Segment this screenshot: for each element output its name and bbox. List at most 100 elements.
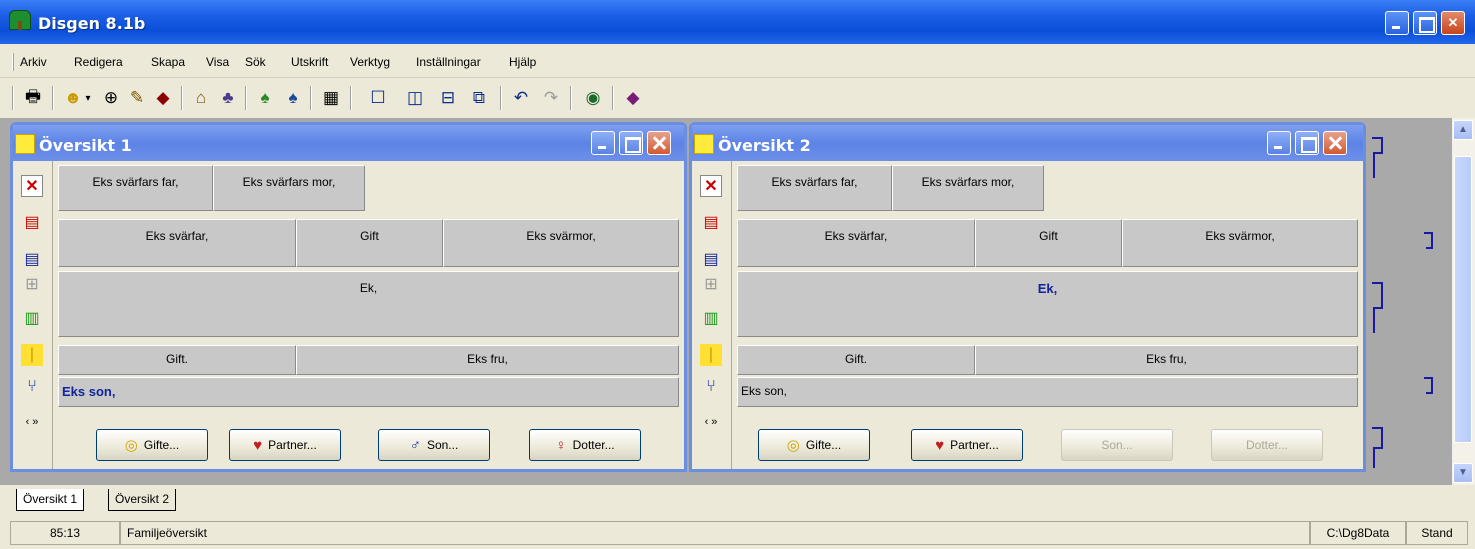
grandfather-box[interactable]: Eks svärfars far, bbox=[737, 165, 892, 211]
more-chevron-icon[interactable]: ‹ » bbox=[21, 411, 43, 433]
parents-relation-box[interactable]: Gift bbox=[975, 219, 1122, 267]
overview-2-minimize-button[interactable] bbox=[1267, 131, 1291, 155]
parents-relation-box[interactable]: Gift bbox=[296, 219, 443, 267]
mother-box[interactable]: Eks svärmor, bbox=[443, 219, 679, 267]
list-icon[interactable]: ▥ bbox=[21, 307, 43, 329]
menu-sok[interactable]: Sök bbox=[245, 55, 266, 69]
overview-2-close-button[interactable] bbox=[1323, 131, 1347, 155]
spouse-box[interactable]: Eks fru, bbox=[975, 345, 1358, 375]
marriage-relation-box[interactable]: Gift. bbox=[58, 345, 296, 375]
pedigree-icon[interactable]: ⑂ bbox=[21, 376, 43, 398]
tab-overview-2[interactable]: Översikt 2 bbox=[108, 489, 177, 511]
list-icon[interactable]: ▥ bbox=[700, 307, 722, 329]
red-document-icon[interactable]: ▤ bbox=[21, 211, 43, 233]
redo-icon[interactable]: ↷ bbox=[538, 85, 564, 111]
add-son-button[interactable]: ♂ Son... bbox=[378, 429, 490, 461]
toolbar-grip bbox=[12, 86, 14, 110]
document-icon[interactable]: ▤ bbox=[700, 248, 722, 270]
window-split-vertical-icon[interactable]: ◫ bbox=[402, 85, 428, 111]
tree-blue-icon[interactable]: ♠ bbox=[280, 85, 306, 111]
red-document-icon[interactable]: ▤ bbox=[700, 211, 722, 233]
main-person-box[interactable]: Ek, bbox=[58, 271, 679, 337]
couple-icon: ♥ bbox=[253, 436, 263, 454]
partner-button-label: Partner... bbox=[950, 438, 999, 452]
grandmother-box[interactable]: Eks svärfars mor, bbox=[213, 165, 365, 211]
close-button[interactable]: ✕ bbox=[1441, 11, 1465, 35]
partner-button[interactable]: ♥ Partner... bbox=[911, 429, 1023, 461]
toolbar: 🖶 ☻ ▾ ⊕ ✎ ◆ ⌂ ♣ ♠ ♠ ▦ ☐ ◫ ⊟ ⧉ ↶ ↷ ◉ ◆ bbox=[0, 78, 1475, 118]
window-single-icon[interactable]: ☐ bbox=[365, 85, 391, 111]
overview-2-titlebar: Översikt 2 bbox=[692, 125, 1363, 161]
window-cascade-icon[interactable]: ⧉ bbox=[466, 85, 492, 111]
menu-verktyg[interactable]: Verktyg bbox=[350, 55, 390, 69]
family-icon[interactable]: ♣ bbox=[215, 85, 241, 111]
tree-structure-icon[interactable]: ⊞ bbox=[21, 273, 43, 295]
overview-window-2: Översikt 2 ✕ ▤ ▤ ⊞ ▥ | ⑂ ‹ » Eks svärfar… bbox=[689, 122, 1366, 472]
father-box[interactable]: Eks svärfar, bbox=[737, 219, 975, 267]
tab-overview-1[interactable]: Översikt 1 bbox=[16, 489, 85, 511]
toolbar-separator bbox=[612, 86, 614, 110]
undo-icon[interactable]: ↶ bbox=[508, 85, 534, 111]
home-icon[interactable]: ⌂ bbox=[188, 85, 214, 111]
child-box[interactable]: Eks son, bbox=[58, 377, 679, 407]
more-chevron-icon[interactable]: ‹ » bbox=[700, 411, 722, 433]
daughter-icon: ♀ bbox=[555, 436, 567, 454]
marry-button[interactable]: ◎ Gifte... bbox=[96, 429, 208, 461]
spouse-box[interactable]: Eks fru, bbox=[296, 345, 679, 375]
bar-icon[interactable]: | bbox=[21, 344, 43, 366]
partner-button-label: Partner... bbox=[268, 438, 317, 452]
menu-hjalp[interactable]: Hjälp bbox=[509, 55, 536, 69]
overview-1-minimize-button[interactable] bbox=[591, 131, 615, 155]
status-mode: Stand bbox=[1406, 521, 1468, 545]
binoculars-icon[interactable]: ⊕ bbox=[98, 85, 124, 111]
delete-icon[interactable]: ✕ bbox=[21, 175, 43, 197]
print-icon[interactable]: 🖶 bbox=[20, 85, 46, 111]
overview-2-maximize-button[interactable] bbox=[1295, 131, 1319, 155]
menu-visa[interactable]: Visa bbox=[206, 55, 229, 69]
window-split-horizontal-icon[interactable]: ⊟ bbox=[435, 85, 461, 111]
overview-1-close-button[interactable] bbox=[647, 131, 671, 155]
delete-icon[interactable]: ✕ bbox=[700, 175, 722, 197]
maximize-button[interactable] bbox=[1413, 11, 1437, 35]
add-daughter-button[interactable]: ♀ Dotter... bbox=[529, 429, 641, 461]
scroll-down-arrow-icon[interactable]: ▼ bbox=[1453, 463, 1473, 483]
overview-1-maximize-button[interactable] bbox=[619, 131, 643, 155]
grandmother-box[interactable]: Eks svärfars mor, bbox=[892, 165, 1044, 211]
child-box[interactable]: Eks son, bbox=[737, 377, 1358, 407]
marry-button[interactable]: ◎ Gifte... bbox=[758, 429, 870, 461]
window-tabs bbox=[0, 485, 1475, 515]
scrollbar-thumb[interactable] bbox=[1454, 156, 1472, 443]
menu-installningar[interactable]: Inställningar bbox=[416, 55, 481, 69]
menu-arkiv[interactable]: Arkiv bbox=[20, 55, 47, 69]
help-book-icon[interactable]: ◆ bbox=[620, 85, 646, 111]
minimize-button[interactable] bbox=[1385, 11, 1409, 35]
toolbar-separator bbox=[570, 86, 572, 110]
book-icon[interactable]: ◆ bbox=[150, 85, 176, 111]
menu-skapa[interactable]: Skapa bbox=[151, 55, 185, 69]
scroll-up-arrow-icon[interactable]: ▲ bbox=[1453, 120, 1473, 140]
overview-2-title: Översikt 2 bbox=[718, 136, 811, 155]
toolbar-separator bbox=[500, 86, 502, 110]
pedigree-icon[interactable]: ⑂ bbox=[700, 376, 722, 398]
tree-icon[interactable]: ♠ bbox=[252, 85, 278, 111]
bar-icon[interactable]: | bbox=[700, 344, 722, 366]
document-icon[interactable]: ▤ bbox=[21, 248, 43, 270]
add-son-button[interactable]: Son... bbox=[1061, 429, 1173, 461]
tree-structure-icon[interactable]: ⊞ bbox=[700, 273, 722, 295]
dropdown-arrow-icon[interactable]: ▾ bbox=[82, 85, 94, 111]
app-titlebar: Disgen 8.1b ✕ bbox=[0, 0, 1475, 44]
menu-utskrift[interactable]: Utskrift bbox=[291, 55, 328, 69]
daughter-button-label: Dotter... bbox=[1245, 438, 1289, 452]
menu-redigera[interactable]: Redigera bbox=[74, 55, 123, 69]
status-view: Familjeöversikt bbox=[120, 521, 1310, 545]
marriage-relation-box[interactable]: Gift. bbox=[737, 345, 975, 375]
add-daughter-button[interactable]: Dotter... bbox=[1211, 429, 1323, 461]
main-person-box[interactable]: Ek, bbox=[737, 271, 1358, 337]
calendar-icon[interactable]: ▦ bbox=[318, 85, 344, 111]
grandfather-box[interactable]: Eks svärfars far, bbox=[58, 165, 213, 211]
notes-icon[interactable]: ✎ bbox=[124, 85, 150, 111]
father-box[interactable]: Eks svärfar, bbox=[58, 219, 296, 267]
globe-icon[interactable]: ◉ bbox=[580, 85, 606, 111]
mother-box[interactable]: Eks svärmor, bbox=[1122, 219, 1358, 267]
partner-button[interactable]: ♥ Partner... bbox=[229, 429, 341, 461]
